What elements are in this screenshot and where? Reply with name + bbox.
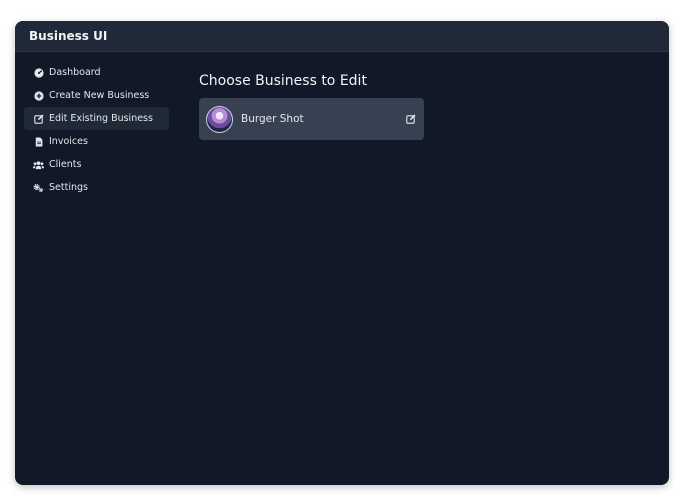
plus-circle-icon xyxy=(33,90,44,101)
app-window: Business UI Dashboard Create New Busines… xyxy=(15,21,669,485)
sidebar-item-clients[interactable]: Clients xyxy=(24,153,169,176)
sidebar-item-label: Settings xyxy=(49,182,88,193)
main-content: Choose Business to Edit Burger Shot xyxy=(199,73,424,140)
sidebar-item-create-new-business[interactable]: Create New Business xyxy=(24,84,169,107)
sidebar-item-edit-existing-business[interactable]: Edit Existing Business xyxy=(24,107,169,130)
sidebar-item-label: Invoices xyxy=(49,136,88,147)
invoice-icon xyxy=(33,136,44,147)
users-icon xyxy=(33,159,44,170)
sidebar-item-settings[interactable]: Settings xyxy=(24,176,169,199)
app-title: Business UI xyxy=(29,29,108,43)
sidebar: Dashboard Create New Business Edit Exist… xyxy=(24,61,169,199)
business-name: Burger Shot xyxy=(241,113,304,125)
cogs-icon xyxy=(33,182,44,193)
sidebar-item-dashboard[interactable]: Dashboard xyxy=(24,61,169,84)
app-header: Business UI xyxy=(15,21,669,52)
gauge-icon xyxy=(33,67,44,78)
page-title: Choose Business to Edit xyxy=(199,73,367,89)
edit-icon xyxy=(33,113,44,124)
sidebar-item-label: Dashboard xyxy=(49,67,101,78)
sidebar-item-label: Edit Existing Business xyxy=(49,113,153,124)
business-card[interactable]: Burger Shot xyxy=(199,98,424,140)
business-avatar xyxy=(206,105,233,133)
sidebar-item-label: Create New Business xyxy=(49,90,150,101)
sidebar-item-label: Clients xyxy=(49,159,82,170)
edit-icon[interactable] xyxy=(405,113,417,125)
sidebar-item-invoices[interactable]: Invoices xyxy=(24,130,169,153)
